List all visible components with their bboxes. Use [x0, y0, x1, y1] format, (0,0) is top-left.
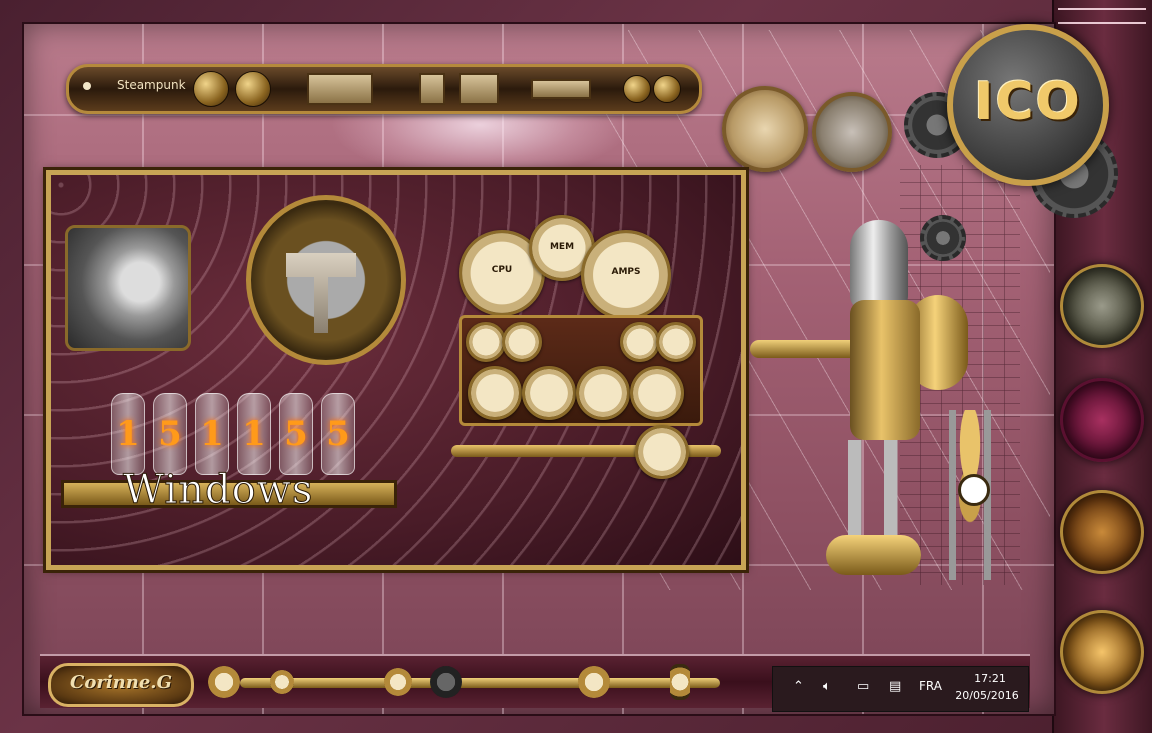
- small-gauge: [502, 322, 542, 362]
- notification-icon[interactable]: ▤: [889, 679, 901, 694]
- mail-icon[interactable]: [459, 73, 499, 105]
- camera-gadget-icon: [65, 225, 191, 351]
- robot-head: [850, 220, 908, 310]
- robot-feet: [826, 535, 921, 575]
- taskbar-globe-icon[interactable]: [384, 668, 412, 696]
- network-icon[interactable]: ▭: [857, 679, 869, 694]
- taskbar-lamp-icon[interactable]: [670, 664, 690, 700]
- power-icon[interactable]: [653, 75, 681, 103]
- dog-clock-icon: [958, 474, 990, 506]
- amps-gauge-label: AMPS: [611, 266, 641, 277]
- robot-arm: [750, 340, 860, 358]
- nixie-digit: 1: [111, 393, 145, 475]
- signature-badge: Corinne.G: [48, 663, 194, 707]
- nixie-digit: 5: [153, 393, 187, 475]
- recycle-bin-icon[interactable]: [812, 92, 892, 172]
- nixie-digit: 1: [237, 393, 271, 475]
- dock-label: Steampunk: [117, 78, 186, 92]
- side-orb-globe-icon[interactable]: [1060, 610, 1144, 694]
- cpu-gauge-label: CPU: [491, 265, 513, 275]
- top-dock: Steampunk: [66, 64, 702, 114]
- nixie-digit: 1: [195, 393, 229, 475]
- small-gauge: [620, 322, 660, 362]
- medium-gauge: [468, 366, 522, 420]
- taskbar-valve-icon[interactable]: [270, 670, 294, 694]
- ico-logo: ICO: [947, 24, 1109, 186]
- nixie-digit: 5: [321, 393, 355, 475]
- settings-icon[interactable]: [623, 75, 651, 103]
- taskbar-pipe: [240, 678, 720, 688]
- mem-gauge-label: MEM: [549, 242, 575, 252]
- pressure-gauge: [635, 425, 689, 479]
- side-orb-feather-icon[interactable]: [1060, 264, 1144, 348]
- small-gauge: [466, 322, 506, 362]
- taskbar-compass-icon[interactable]: [578, 666, 610, 698]
- desktop-screen: Steampunk ICO 1 5 1 1 5 5 Windows CPU ME…: [0, 0, 1152, 733]
- signature-text: Corinne.G: [70, 672, 172, 693]
- medium-gauge: [576, 366, 630, 420]
- windows-text: Windows: [122, 467, 314, 514]
- calculator-icon[interactable]: [307, 73, 373, 105]
- side-orb-gear-icon[interactable]: [1060, 378, 1144, 462]
- games-icon[interactable]: [531, 79, 591, 99]
- medium-gauge: [630, 366, 684, 420]
- small-gear-icon: [920, 215, 966, 261]
- tray-date[interactable]: 20/05/2016: [952, 689, 1022, 702]
- right-panel-decoration: [1058, 8, 1146, 24]
- nixie-digit: 5: [279, 393, 313, 475]
- pocket-clock-icon[interactable]: [722, 86, 808, 172]
- chevron-up-icon[interactable]: ⌃: [793, 679, 804, 694]
- wallpaper-preview: 1 5 1 1 5 5 Windows CPU MEM AMPS: [43, 167, 749, 573]
- ico-logo-text: ICO: [974, 72, 1082, 132]
- robot-body: [850, 300, 920, 440]
- dock-dot-icon[interactable]: [83, 82, 91, 90]
- tray-time[interactable]: 17:21: [960, 672, 1020, 685]
- medium-gauge: [522, 366, 576, 420]
- globe-icon[interactable]: [235, 71, 271, 107]
- side-orb-clockwork-icon[interactable]: [1060, 490, 1144, 574]
- notepad-icon[interactable]: [419, 73, 445, 105]
- gear-clock-icon[interactable]: [193, 71, 229, 107]
- small-gauge: [656, 322, 696, 362]
- language-indicator[interactable]: FRA: [919, 679, 942, 693]
- nixie-clock: 1 5 1 1 5 5: [111, 393, 361, 475]
- taskbar-grate-icon[interactable]: [430, 666, 462, 698]
- taskbar-clock-icon[interactable]: [208, 666, 240, 698]
- gauge-panel: [459, 315, 703, 426]
- amps-gauge: AMPS: [581, 230, 671, 320]
- speaker-icon[interactable]: 🔈︎: [823, 679, 831, 694]
